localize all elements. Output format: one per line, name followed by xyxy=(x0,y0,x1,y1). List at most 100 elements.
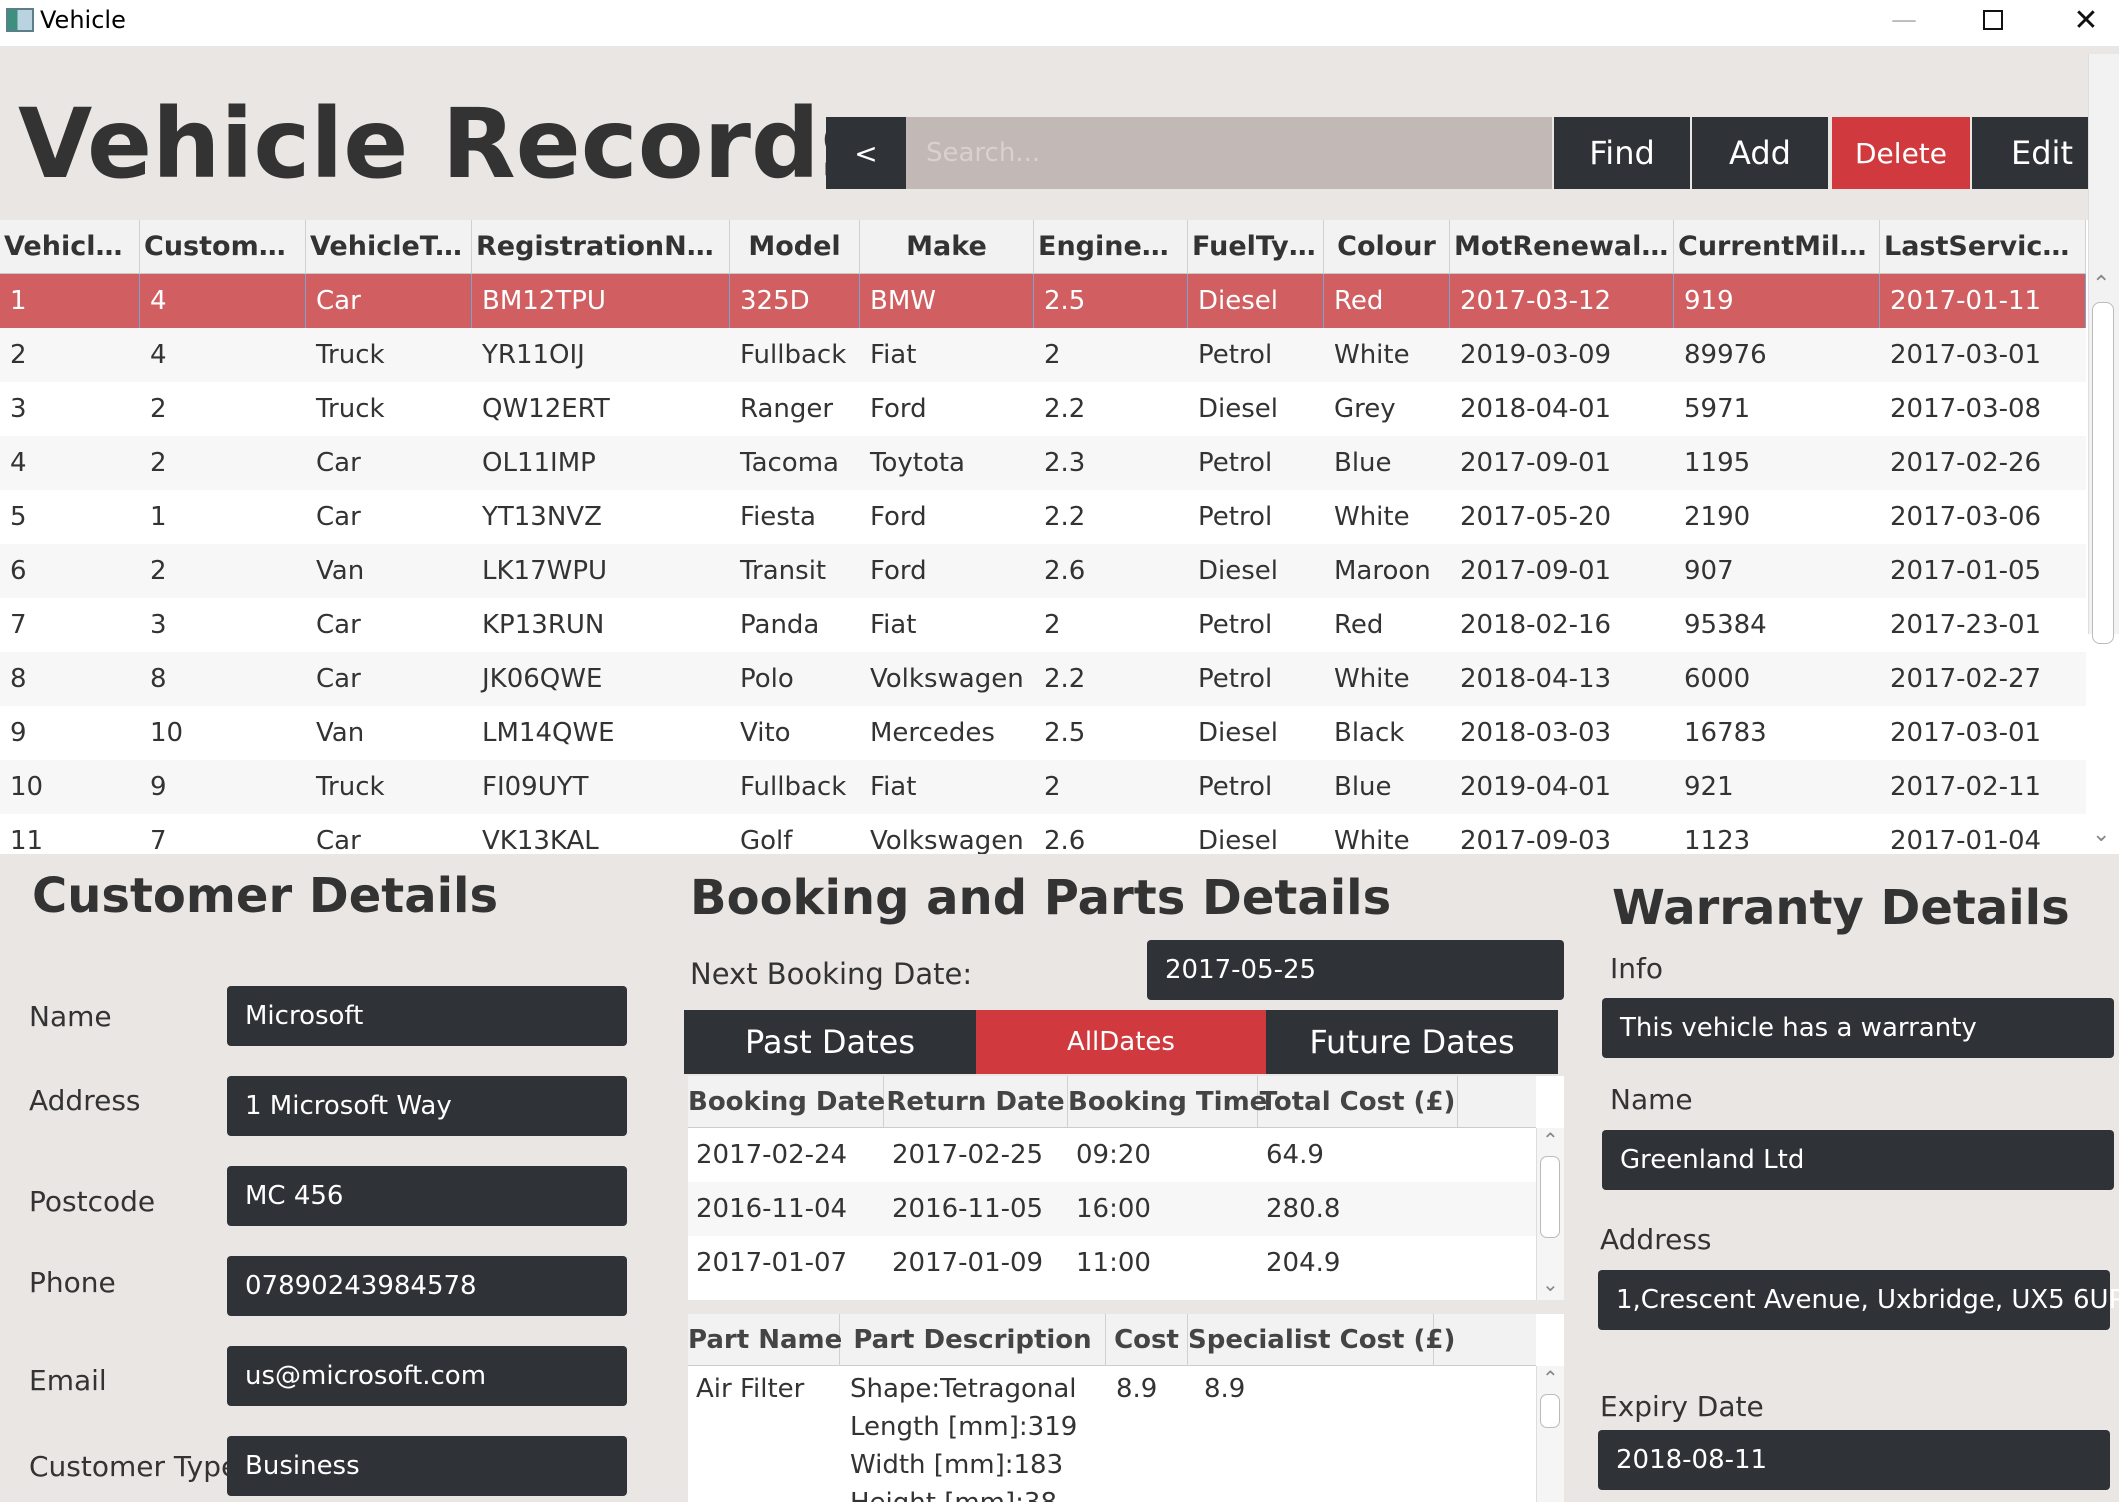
vehicle-column-header[interactable]: EngineSize xyxy=(1034,220,1188,274)
vehicle-cell: 2017-03-08 xyxy=(1890,394,2042,424)
parts-table[interactable]: Part Name Part Description Cost Specialist … xyxy=(688,1314,1564,1502)
customer-address-field[interactable]: 1 Microsoft Way xyxy=(227,1076,627,1136)
vehicle-cell: 2.6 xyxy=(1044,556,1086,586)
warranty-info-field[interactable]: This vehicle has a warranty xyxy=(1602,998,2114,1058)
vehicle-table-row[interactable]: 8 8 Car JK06QWE Polo Volkswagen 2.2 Petrol White… xyxy=(0,652,2086,706)
vehicle-table-row[interactable]: 6 2 Van LK17WPU Transit Ford 2.6 Diesel Maroon 20… xyxy=(0,544,2086,598)
add-button[interactable]: Add xyxy=(1692,117,1828,189)
delete-button[interactable]: Delete xyxy=(1832,117,1970,189)
customer-postcode-field[interactable]: MC 456 xyxy=(227,1166,627,1226)
vehicle-cell: 2017-09-03 xyxy=(1460,826,1612,854)
vehicle-column-header[interactable]: FuelType xyxy=(1188,220,1324,274)
find-button[interactable]: Find xyxy=(1554,117,1690,189)
booking-table-row[interactable]: 2017-01-07 2017-01-09 11:00 204.9 xyxy=(688,1236,1536,1290)
vehicle-cell: 2018-04-13 xyxy=(1460,664,1612,694)
vehicle-column-header[interactable]: VehicleID xyxy=(0,220,140,274)
vehicle-cell: Grey xyxy=(1334,394,1396,424)
parts-table-row[interactable]: Air Filter Shape:Tetragonal Length [mm]:31… xyxy=(688,1366,1536,1502)
warranty-expiry-field[interactable]: 2018-08-11 xyxy=(1598,1430,2110,1490)
vehicle-cell: 2017-03-01 xyxy=(1890,340,2042,370)
parts-column-header[interactable]: Part Name xyxy=(688,1314,842,1366)
booking-table-row[interactable]: 2016-11-04 2016-11-05 16:00 280.8 xyxy=(688,1182,1536,1236)
vehicle-column-header[interactable]: LastServiceDate xyxy=(1880,220,2086,274)
vehicle-cell: Petrol xyxy=(1198,772,1273,802)
booking-cell: 64.9 xyxy=(1266,1140,1324,1170)
close-button[interactable]: ✕ xyxy=(2040,0,2119,40)
booking-cell: 280.8 xyxy=(1266,1194,1341,1224)
warranty-name-field[interactable]: Greenland Ltd xyxy=(1602,1130,2114,1190)
vehicle-column-header[interactable]: Model xyxy=(730,220,860,274)
vehicle-table-row[interactable]: 3 2 Truck QW12ERT Ranger Ford 2.2 Diesel Grey 201… xyxy=(0,382,2086,436)
vehicle-table-row[interactable]: 7 3 Car KP13RUN Panda Fiat 2 Petrol Red 2018-02-1… xyxy=(0,598,2086,652)
vehicle-cell: Golf xyxy=(740,826,793,854)
tab-past-dates[interactable]: Past Dates xyxy=(684,1010,976,1074)
part-cost-cell: 8.9 xyxy=(1116,1374,1158,1404)
maximize-button[interactable] xyxy=(1947,0,2039,40)
booking-table[interactable]: Booking Date Return Date Booking Time Total… xyxy=(688,1076,1564,1300)
next-booking-date-field[interactable]: 2017-05-25 xyxy=(1147,940,1564,1000)
booking-column-header[interactable]: Total Cost (£) xyxy=(1258,1076,1458,1128)
vehicle-cell: 2017-09-01 xyxy=(1460,556,1612,586)
customer-name-label: Name xyxy=(29,1000,112,1033)
parts-column-header[interactable]: Part Description xyxy=(840,1314,1106,1366)
vehicle-table[interactable]: VehicleIDCustomerIDVehicleTypeRegistrati… xyxy=(0,220,2119,854)
vehicle-table-row[interactable]: 5 1 Car YT13NVZ Fiesta Ford 2.2 Petrol White 2017… xyxy=(0,490,2086,544)
vehicle-cell: Truck xyxy=(316,394,385,424)
customer-type-field[interactable]: Business xyxy=(227,1436,627,1496)
customer-phone-field[interactable]: 07890243984578 xyxy=(227,1256,627,1316)
vehicle-cell: OL11IMP xyxy=(482,448,596,478)
scroll-up-icon[interactable]: ⌃ xyxy=(1542,1366,1559,1390)
part-specialist-cost-cell: 8.9 xyxy=(1204,1374,1246,1404)
part-description-line: Height [mm]:38 xyxy=(850,1488,1057,1502)
booking-table-scroll-thumb[interactable] xyxy=(1540,1156,1560,1238)
vehicle-table-row[interactable]: 1 4 Car BM12TPU 325D BMW 2.5 Diesel Red 2017-03-1… xyxy=(0,274,2086,328)
vehicle-cell: Petrol xyxy=(1198,448,1273,478)
tab-future-dates[interactable]: Future Dates xyxy=(1266,1010,1558,1074)
booking-column-header[interactable]: Booking Time xyxy=(1068,1076,1267,1128)
parts-column-header[interactable]: Cost xyxy=(1106,1314,1188,1366)
vehicle-cell: 2017-09-01 xyxy=(1460,448,1612,478)
vehicle-cell: 2 xyxy=(1044,772,1061,802)
vehicle-table-row[interactable]: 2 4 Truck YR11OIJ Fullback Fiat 2 Petrol White 20… xyxy=(0,328,2086,382)
scroll-down-icon[interactable]: ⌄ xyxy=(1542,1272,1559,1296)
vehicle-table-scroll-thumb[interactable] xyxy=(2092,302,2114,644)
vehicle-cell: Fullback xyxy=(740,772,847,802)
vehicle-column-header[interactable]: VehicleType xyxy=(306,220,472,274)
search-input[interactable] xyxy=(906,117,1552,189)
vehicle-cell: 5971 xyxy=(1684,394,1751,424)
vehicle-cell: 4 xyxy=(150,340,167,370)
vehicle-cell: 2017-02-26 xyxy=(1890,448,2042,478)
vehicle-table-row[interactable]: 4 2 Car OL11IMP Tacoma Toytota 2.3 Petrol Blue 20… xyxy=(0,436,2086,490)
booking-column-header[interactable]: Booking Date xyxy=(688,1076,885,1128)
customer-postcode-label: Postcode xyxy=(29,1185,156,1218)
vehicle-cell: YR11OIJ xyxy=(482,340,585,370)
scroll-up-icon[interactable]: ⌃ xyxy=(1542,1128,1559,1152)
minimize-button[interactable]: — xyxy=(1858,0,1950,40)
vehicle-column-header[interactable]: CustomerID xyxy=(140,220,306,274)
vehicle-cell: 921 xyxy=(1684,772,1734,802)
vehicle-cell: Fiesta xyxy=(740,502,816,532)
scroll-up-icon[interactable]: ⌃ xyxy=(2092,272,2110,297)
vehicle-cell: Mercedes xyxy=(870,718,995,748)
customer-name-field[interactable]: Microsoft xyxy=(227,986,627,1046)
parts-table-scroll-thumb[interactable] xyxy=(1540,1394,1560,1428)
vehicle-table-row[interactable]: 10 9 Truck FI09UYT Fullback Fiat 2 Petrol Blue 20… xyxy=(0,760,2086,814)
scroll-down-icon[interactable]: ⌄ xyxy=(2092,822,2110,847)
vehicle-column-header[interactable]: Make xyxy=(860,220,1034,274)
warranty-address-field[interactable]: 1,Crescent Avenue, Uxbridge, UX5 6UP xyxy=(1598,1270,2119,1330)
vehicle-cell: 6 xyxy=(10,556,27,586)
vehicle-column-header[interactable]: MotRenewalD... xyxy=(1450,220,1674,274)
part-description-line: Width [mm]:183 xyxy=(850,1450,1064,1480)
vehicle-column-header[interactable]: RegistrationNum... xyxy=(472,220,730,274)
vehicle-cell: FI09UYT xyxy=(482,772,589,802)
booking-column-header[interactable]: Return Date xyxy=(884,1076,1068,1128)
parts-column-header[interactable]: Specialist Cost (£) xyxy=(1188,1314,1455,1366)
customer-email-field[interactable]: us@microsoft.com xyxy=(227,1346,627,1406)
vehicle-column-header[interactable]: Colour xyxy=(1324,220,1450,274)
back-button[interactable]: < xyxy=(826,117,906,189)
tab-all-dates[interactable]: AllDates xyxy=(976,1010,1266,1074)
booking-table-row[interactable]: 2017-02-24 2017-02-25 09:20 64.9 xyxy=(688,1128,1536,1182)
vehicle-table-row[interactable]: 9 10 Van LM14QWE Vito Mercedes 2.5 Diesel Black 2… xyxy=(0,706,2086,760)
vehicle-table-row[interactable]: 11 7 Car VK13KAL Golf Volkswagen 2.6 Diesel Whit… xyxy=(0,814,2086,854)
vehicle-column-header[interactable]: CurrentMileage xyxy=(1674,220,1880,274)
